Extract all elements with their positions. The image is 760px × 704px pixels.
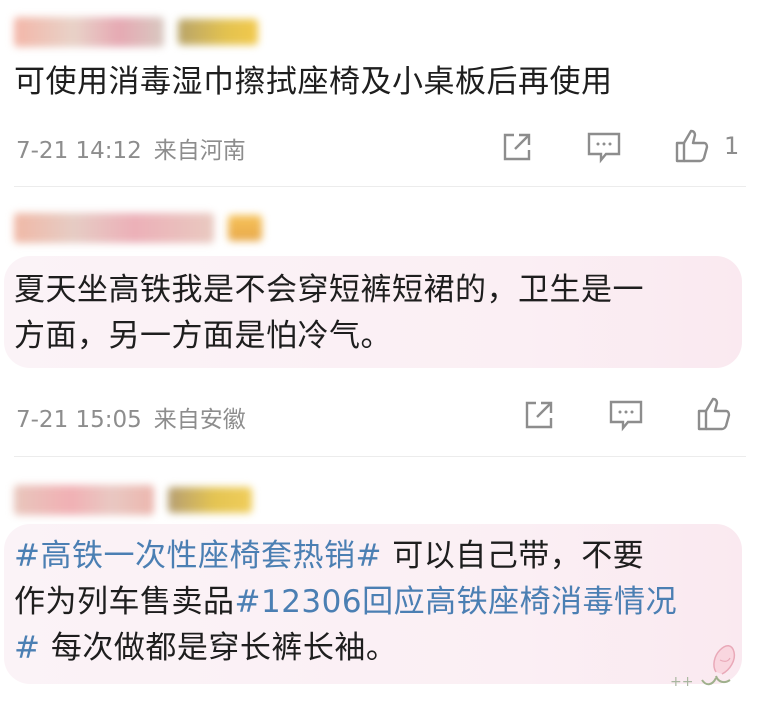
comment-icon	[609, 400, 643, 432]
share-icon	[503, 133, 531, 161]
comment-2: 夏天坐高铁我是不会穿短裤短裙的，卫生是一 方面，另一方面是怕冷气。 7-21 1…	[0, 190, 760, 456]
hashtag-link[interactable]: #高铁一次性座椅套热销#	[14, 538, 382, 574]
like-icon	[675, 129, 709, 163]
text-segment: 作为列车售卖品	[14, 584, 235, 620]
comment-meta: 7-21 15:05 来自安徽	[16, 400, 258, 434]
divider	[14, 186, 746, 187]
username-blurred[interactable]	[14, 485, 154, 515]
comment-date: 7-21 15:05	[16, 407, 142, 433]
text-segment: 每次做都是穿长裤长袖。	[40, 630, 398, 666]
comment-1: 可使用消毒湿巾擦拭座椅及小桌板后再使用 7-21 14:12 来自河南 1	[0, 0, 760, 186]
username-blurred[interactable]	[14, 213, 214, 243]
divider	[14, 456, 746, 457]
comment-location: 来自河南	[153, 138, 246, 164]
badge-blurred	[178, 19, 258, 45]
reply-button[interactable]	[586, 130, 622, 164]
like-button[interactable]: 1	[674, 128, 739, 164]
reply-button[interactable]	[608, 398, 644, 432]
comment-3: #高铁一次性座椅套热销# 可以自己带，不要 作为列车售卖品#12306回应高铁座…	[0, 460, 760, 704]
like-count: 1	[724, 132, 740, 160]
comment-text-line-2: 方面，另一方面是怕冷气。	[14, 318, 392, 354]
comment-meta: 7-21 14:12 来自河南	[16, 131, 258, 165]
share-button[interactable]	[500, 130, 534, 164]
share-icon	[525, 401, 553, 429]
username-row[interactable]	[14, 14, 258, 50]
comment-text-line-1: 夏天坐高铁我是不会穿短裤短裙的，卫生是一	[14, 272, 644, 308]
comment-text-line-1: #高铁一次性座椅套热销# 可以自己带，不要	[14, 532, 644, 580]
comment-text: 可使用消毒湿巾擦拭座椅及小桌板后再使用	[14, 64, 613, 100]
comment-icon	[587, 132, 621, 164]
comment-text-line-2: 作为列车售卖品#12306回应高铁座椅消毒情况	[14, 578, 677, 626]
comment-date: 7-21 14:12	[16, 138, 142, 164]
username-row[interactable]	[14, 210, 262, 246]
comment-location: 来自安徽	[153, 407, 246, 433]
text-segment: 可以自己带，不要	[381, 538, 645, 574]
username-blurred[interactable]	[14, 17, 164, 47]
like-icon	[697, 397, 731, 431]
comment-text-line-3: # 每次做都是穿长裤长袖。	[14, 624, 397, 672]
svg-text:++: ++	[670, 674, 693, 690]
flower-icon: ++	[670, 645, 736, 690]
badge-blurred	[228, 215, 262, 241]
like-button[interactable]	[696, 396, 746, 432]
hashtag-link-end[interactable]: #	[14, 630, 40, 666]
username-row[interactable]	[14, 482, 252, 518]
badge-blurred	[168, 487, 252, 513]
hashtag-link[interactable]: #12306回应高铁座椅消毒情况	[235, 584, 678, 620]
share-button[interactable]	[522, 398, 556, 432]
